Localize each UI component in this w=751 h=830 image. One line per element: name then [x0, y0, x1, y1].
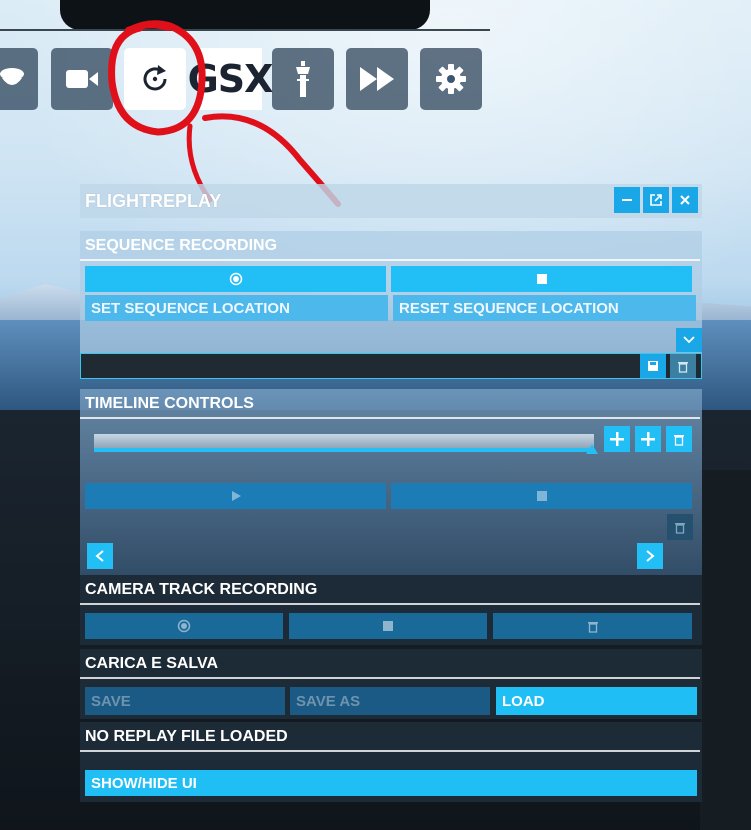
delete-markers-button[interactable]	[666, 426, 692, 452]
chevron-right-icon	[646, 550, 655, 562]
control-tower-icon	[296, 61, 310, 97]
next-button[interactable]	[637, 543, 663, 569]
trash-icon	[674, 434, 684, 446]
trash-icon	[678, 361, 688, 373]
replay-button[interactable]	[124, 48, 186, 110]
stop-icon	[383, 621, 393, 631]
save-as-button[interactable]: SAVE AS	[290, 687, 490, 715]
popout-button[interactable]	[643, 187, 669, 213]
trash-icon	[587, 621, 598, 633]
file-status-section: NO REPLAY FILE LOADED SHOW/HIDE UI	[80, 722, 702, 802]
timeline-slider-fill	[94, 448, 594, 452]
record-icon	[229, 272, 242, 286]
load-save-title: CARICA E SALVA	[80, 649, 700, 679]
stop-icon	[536, 274, 547, 284]
delete-sequence-button[interactable]	[670, 354, 696, 378]
stop-icon	[536, 491, 547, 501]
stop-playback-button[interactable]	[391, 483, 692, 509]
play-icon	[231, 491, 241, 501]
timeline-controls-section: TIMELINE CONTROLS	[80, 389, 702, 575]
pilot-button[interactable]	[0, 48, 38, 110]
save-sequence-button[interactable]	[640, 354, 666, 378]
flightreplay-panel: FLIGHTREPLAY SEQUENCE RECORDING SET SEQU…	[80, 184, 702, 802]
gsx-button[interactable]: GSX	[188, 48, 273, 110]
cockpit-frame	[60, 0, 430, 30]
stop-camera-button[interactable]	[289, 613, 487, 639]
chevron-down-icon	[683, 336, 695, 344]
cockpit-frame-line	[0, 29, 490, 31]
sequence-recording-section: SEQUENCE RECORDING SET SEQUENCE LOCATION…	[80, 231, 702, 379]
stop-sequence-button[interactable]	[391, 266, 692, 292]
timeline-slider-track[interactable]	[94, 434, 594, 448]
add-marker-start-button[interactable]	[604, 426, 630, 452]
camera-button[interactable]	[51, 48, 113, 110]
record-sequence-button[interactable]	[85, 266, 386, 292]
close-icon	[680, 195, 690, 205]
save-button[interactable]: SAVE	[85, 687, 285, 715]
record-camera-button[interactable]	[85, 613, 283, 639]
atc-button[interactable]	[272, 48, 334, 110]
set-sequence-location-button[interactable]: SET SEQUENCE LOCATION	[85, 295, 388, 321]
cockpit-panel-right	[700, 470, 751, 830]
minimize-button[interactable]	[614, 187, 640, 213]
panel-titlebar[interactable]: FLIGHTREPLAY	[80, 184, 702, 218]
panel-title: FLIGHTREPLAY	[85, 190, 222, 211]
sequence-recording-title: SEQUENCE RECORDING	[80, 231, 700, 261]
settings-button[interactable]	[420, 48, 482, 110]
replay-icon	[143, 65, 167, 91]
timeline-controls-title: TIMELINE CONTROLS	[80, 389, 700, 419]
load-button[interactable]: LOAD	[496, 687, 697, 715]
dropdown-toggle-button[interactable]	[676, 328, 702, 352]
delete-timeline-button[interactable]	[667, 514, 693, 540]
chevron-left-icon	[95, 550, 104, 562]
trash-icon	[675, 522, 685, 534]
reset-sequence-location-button[interactable]: RESET SEQUENCE LOCATION	[393, 295, 696, 321]
gear-icon	[436, 64, 466, 94]
record-icon	[177, 619, 191, 633]
popout-icon	[650, 194, 662, 206]
previous-button[interactable]	[87, 543, 113, 569]
timeline-slider-handle[interactable]	[586, 444, 598, 454]
play-button[interactable]	[85, 483, 386, 509]
show-hide-ui-button[interactable]: SHOW/HIDE UI	[85, 770, 697, 796]
fast-forward-button[interactable]	[346, 48, 408, 110]
fast-forward-icon	[360, 67, 394, 91]
plus-icon	[610, 432, 624, 446]
camera-track-title: CAMERA TRACK RECORDING	[80, 575, 700, 605]
add-marker-end-button[interactable]	[635, 426, 661, 452]
file-status-title: NO REPLAY FILE LOADED	[80, 722, 700, 752]
sequence-select[interactable]	[80, 353, 702, 379]
minimize-icon	[622, 199, 632, 201]
camera-icon	[66, 70, 98, 88]
close-button[interactable]	[672, 187, 698, 213]
load-save-section: CARICA E SALVA SAVE SAVE AS LOAD	[80, 649, 702, 719]
save-icon	[648, 361, 658, 371]
pilot-hat-icon	[0, 68, 24, 85]
camera-track-section: CAMERA TRACK RECORDING	[80, 575, 702, 645]
plus-icon	[641, 432, 655, 446]
delete-camera-button[interactable]	[493, 613, 692, 639]
